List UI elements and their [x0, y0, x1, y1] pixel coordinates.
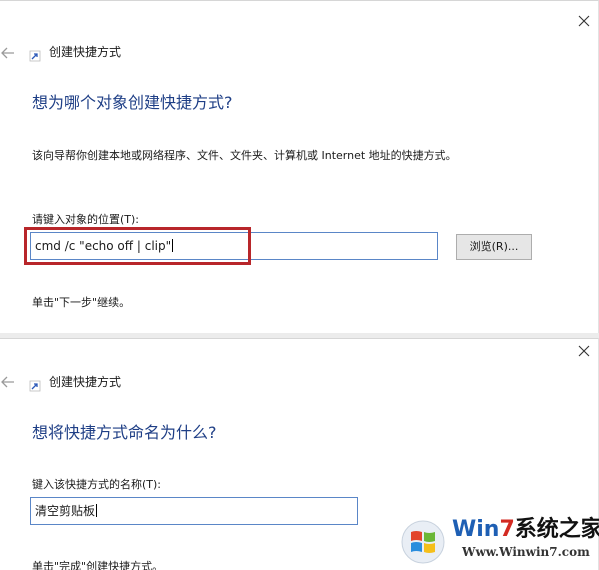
page-heading: 想为哪个对象创建快捷方式? [32, 93, 233, 112]
windows-logo-icon [400, 519, 446, 565]
text-caret [96, 504, 98, 517]
location-label: 请键入对象的位置(T): [32, 213, 140, 226]
brand-prefix: Win [452, 517, 500, 542]
shortcut-wizard-icon [29, 377, 41, 392]
window-title: 创建快捷方式 [49, 45, 122, 59]
create-shortcut-step1-panel: 创建快捷方式 想为哪个对象创建快捷方式? 该向导帮你创建本地或网络程序、文件、文… [0, 0, 599, 333]
brand-suffix: 系统之家 [514, 517, 599, 542]
shortcut-wizard-icon [29, 47, 41, 62]
close-icon[interactable] [578, 345, 592, 359]
wizard-description: 该向导帮你创建本地或网络程序、文件、文件夹、计算机或 Internet 地址的快… [32, 149, 457, 162]
back-arrow-icon[interactable] [0, 45, 16, 61]
back-arrow-icon[interactable] [0, 374, 16, 390]
page-heading: 想将快捷方式命名为什么? [32, 423, 217, 442]
shortcut-name-input[interactable]: 清空剪贴板 [30, 497, 358, 525]
finish-hint: 单击"完成"创建快捷方式。 [32, 560, 164, 570]
watermark: Win7系统之家 Www.Winwin7.com [400, 515, 599, 567]
shortcut-name-value: 清空剪贴板 [35, 504, 96, 518]
next-hint: 单击"下一步"继续。 [32, 296, 131, 309]
window-title: 创建快捷方式 [49, 375, 122, 389]
screenshot: 创建快捷方式 想为哪个对象创建快捷方式? 该向导帮你创建本地或网络程序、文件、文… [0, 0, 599, 570]
red-highlight-box [24, 227, 251, 265]
name-label: 键入该快捷方式的名称(T): [32, 478, 162, 491]
close-icon[interactable] [578, 15, 592, 29]
watermark-url: Www.Winwin7.com [462, 545, 590, 559]
watermark-brand: Win7系统之家 [452, 517, 599, 543]
brand-seven: 7 [499, 517, 515, 542]
browse-button[interactable]: 浏览(R)... [456, 234, 532, 260]
